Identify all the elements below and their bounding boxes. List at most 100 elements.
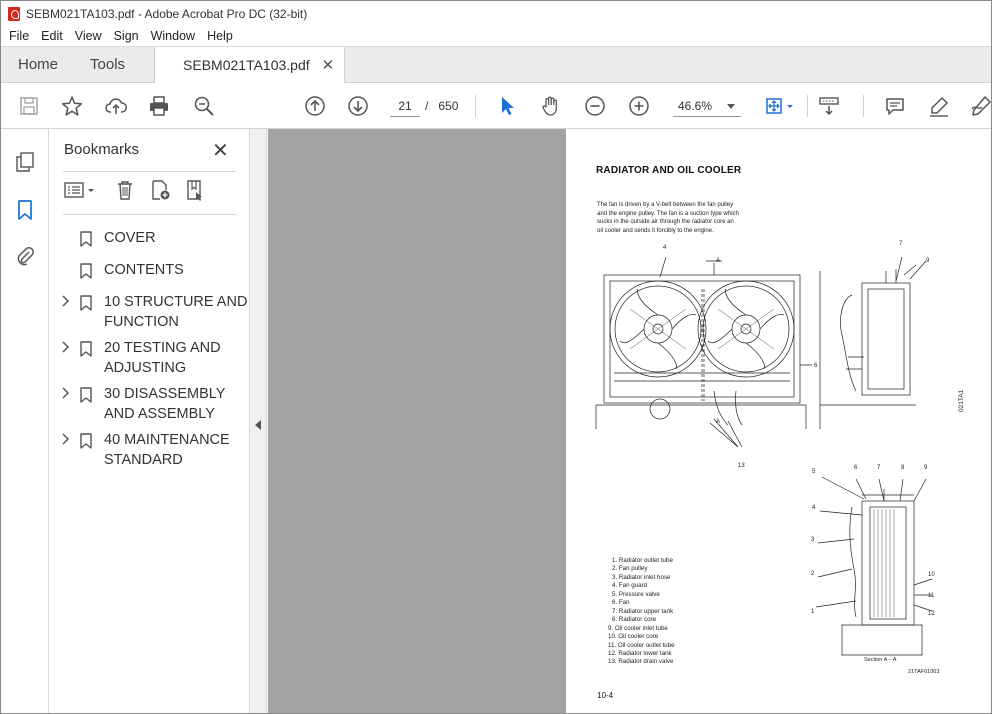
save-icon[interactable] — [17, 94, 41, 118]
bookmark-label: 40 MAINTENANCE STANDARD — [104, 432, 230, 468]
document-view[interactable]: RADIATOR AND OIL COOLER The fan is drive… — [268, 129, 991, 713]
toolbar: 21 / 650 46.6% — [1, 83, 991, 129]
star-icon[interactable] — [60, 94, 84, 118]
callout-11: 11 — [928, 593, 935, 599]
legend-item: 4. Fan guard — [612, 582, 648, 590]
callout-4: 4 — [663, 245, 667, 251]
bookmark-icon — [80, 341, 92, 357]
new-bookmark-icon[interactable] — [149, 179, 173, 203]
next-page-icon[interactable] — [346, 94, 370, 118]
attachments-icon[interactable] — [14, 245, 36, 267]
pdf-page: RADIATOR AND OIL COOLER The fan is drive… — [566, 129, 991, 713]
legend-item: 10. Oil cooler core — [608, 633, 659, 641]
chevron-right-icon[interactable] — [61, 340, 71, 354]
menu-edit[interactable]: Edit — [41, 29, 63, 43]
menu-window[interactable]: Window — [151, 29, 195, 43]
callout-9: 9 — [926, 258, 930, 264]
bookmark-label: 30 DISASSEMBLY AND ASSEMBLY — [104, 386, 226, 422]
comment-icon[interactable] — [883, 94, 907, 118]
tab-home[interactable]: Home — [1, 47, 75, 82]
callout-10: 10 — [928, 572, 935, 578]
bookmark-icon — [80, 263, 92, 279]
callout-4b: 4 — [812, 505, 816, 511]
callout-a-top: A — [716, 258, 720, 264]
legend-item: 2. Fan pulley — [612, 565, 648, 573]
scroll-mode-icon[interactable] — [817, 94, 841, 118]
collapse-arrow-icon[interactable] — [255, 420, 261, 430]
fit-page-icon[interactable] — [763, 94, 797, 118]
draw-tool-icon[interactable] — [969, 94, 991, 118]
menu-bar: File Edit View Sign Window Help — [1, 26, 991, 46]
legend-item: 8. Radiator core — [612, 616, 657, 624]
figure-code-1: 021TA1 — [958, 389, 965, 412]
figure-code-2: 21TAF01003 — [908, 669, 940, 675]
bookmark-icon — [80, 231, 92, 247]
delete-bookmark-icon[interactable] — [114, 179, 138, 203]
highlight-pen-icon[interactable] — [927, 94, 951, 118]
legend-item: 11. Oil cooler outlet tube — [608, 641, 675, 649]
bookmark-icon — [80, 387, 92, 403]
panel-splitter[interactable] — [249, 129, 267, 713]
page-total: / 650 — [425, 95, 458, 117]
chevron-right-icon[interactable] — [61, 432, 71, 446]
bookmarks-panel-icon[interactable] — [14, 199, 36, 221]
page-total-value: 650 — [438, 99, 459, 113]
options-menu-icon[interactable] — [63, 179, 99, 203]
legend-item: 6. Fan — [612, 599, 630, 607]
zoom-search-icon[interactable] — [192, 94, 216, 118]
select-cursor-icon[interactable] — [495, 94, 519, 118]
bookmark-label: CONTENTS — [104, 262, 184, 278]
toolbar-divider — [475, 95, 476, 117]
legend-item: 1. Radiator outlet tube — [612, 557, 673, 564]
acrobat-logo-icon — [8, 6, 20, 21]
zoom-level-value: 46.6% — [678, 99, 713, 113]
zoom-in-icon[interactable] — [627, 94, 651, 118]
zoom-out-icon[interactable] — [583, 94, 607, 118]
legend-item: 7. Radiator upper tank — [612, 607, 674, 615]
bookmarks-panel: Bookmarks ✕ COVER CONTENTS 10 STRUCTURE … — [49, 129, 249, 713]
page-separator: / — [425, 99, 429, 113]
divider — [63, 171, 236, 172]
bookmark-properties-icon[interactable] — [184, 179, 208, 203]
page-number-footer: 10-4 — [597, 691, 614, 700]
callout-12: 12 — [928, 611, 935, 617]
callout-13: 13 — [738, 463, 745, 469]
divider — [63, 214, 236, 215]
page-number-input[interactable]: 21 — [390, 95, 420, 117]
bookmark-icon — [80, 295, 92, 311]
window-title: SEBM021TA103.pdf - Adobe Acrobat Pro DC … — [26, 6, 308, 21]
bookmark-label: 10 STRUCTURE AND FUNCTION — [104, 294, 248, 330]
previous-page-icon[interactable] — [303, 94, 327, 118]
tab-document-label: SEBM021TA103.pdf — [183, 57, 310, 73]
chevron-right-icon[interactable] — [61, 294, 71, 308]
legend-item: 5. Pressure valve — [612, 590, 660, 598]
tab-tools[interactable]: Tools — [75, 47, 142, 82]
legend-item: 13. Radiator drain valve — [608, 658, 674, 666]
print-icon[interactable] — [147, 94, 171, 118]
legend-item: 12. Radiator lower tank — [608, 649, 672, 657]
zoom-level-select[interactable]: 46.6% — [673, 95, 741, 117]
tab-document[interactable]: SEBM021TA103.pdf ✕ — [154, 47, 346, 83]
callout-1: 1 — [811, 609, 815, 615]
section-label: Section A – A — [864, 657, 897, 663]
hand-tool-icon[interactable] — [539, 94, 563, 118]
close-panel-icon[interactable]: ✕ — [212, 138, 229, 163]
menu-view[interactable]: View — [75, 29, 102, 43]
close-tab-icon[interactable]: ✕ — [322, 56, 335, 74]
callout-6b: 6 — [854, 465, 858, 471]
callout-8: 8 — [901, 465, 905, 471]
menu-file[interactable]: File — [9, 29, 29, 43]
left-rail — [1, 129, 49, 713]
callout-5: 5 — [812, 469, 816, 475]
menu-sign[interactable]: Sign — [114, 29, 139, 43]
callout-9b: 9 — [924, 465, 928, 471]
page-thumbnails-icon[interactable] — [14, 151, 36, 173]
callout-a-bottom: A — [716, 419, 720, 425]
tab-bar: Home Tools SEBM021TA103.pdf ✕ — [1, 46, 991, 83]
cloud-upload-icon[interactable] — [104, 94, 128, 118]
title-bar: SEBM021TA103.pdf - Adobe Acrobat Pro DC … — [1, 1, 991, 26]
chevron-right-icon[interactable] — [61, 386, 71, 400]
menu-help[interactable]: Help — [207, 29, 233, 43]
toolbar-divider — [807, 95, 808, 117]
bookmark-label: COVER — [104, 230, 156, 246]
